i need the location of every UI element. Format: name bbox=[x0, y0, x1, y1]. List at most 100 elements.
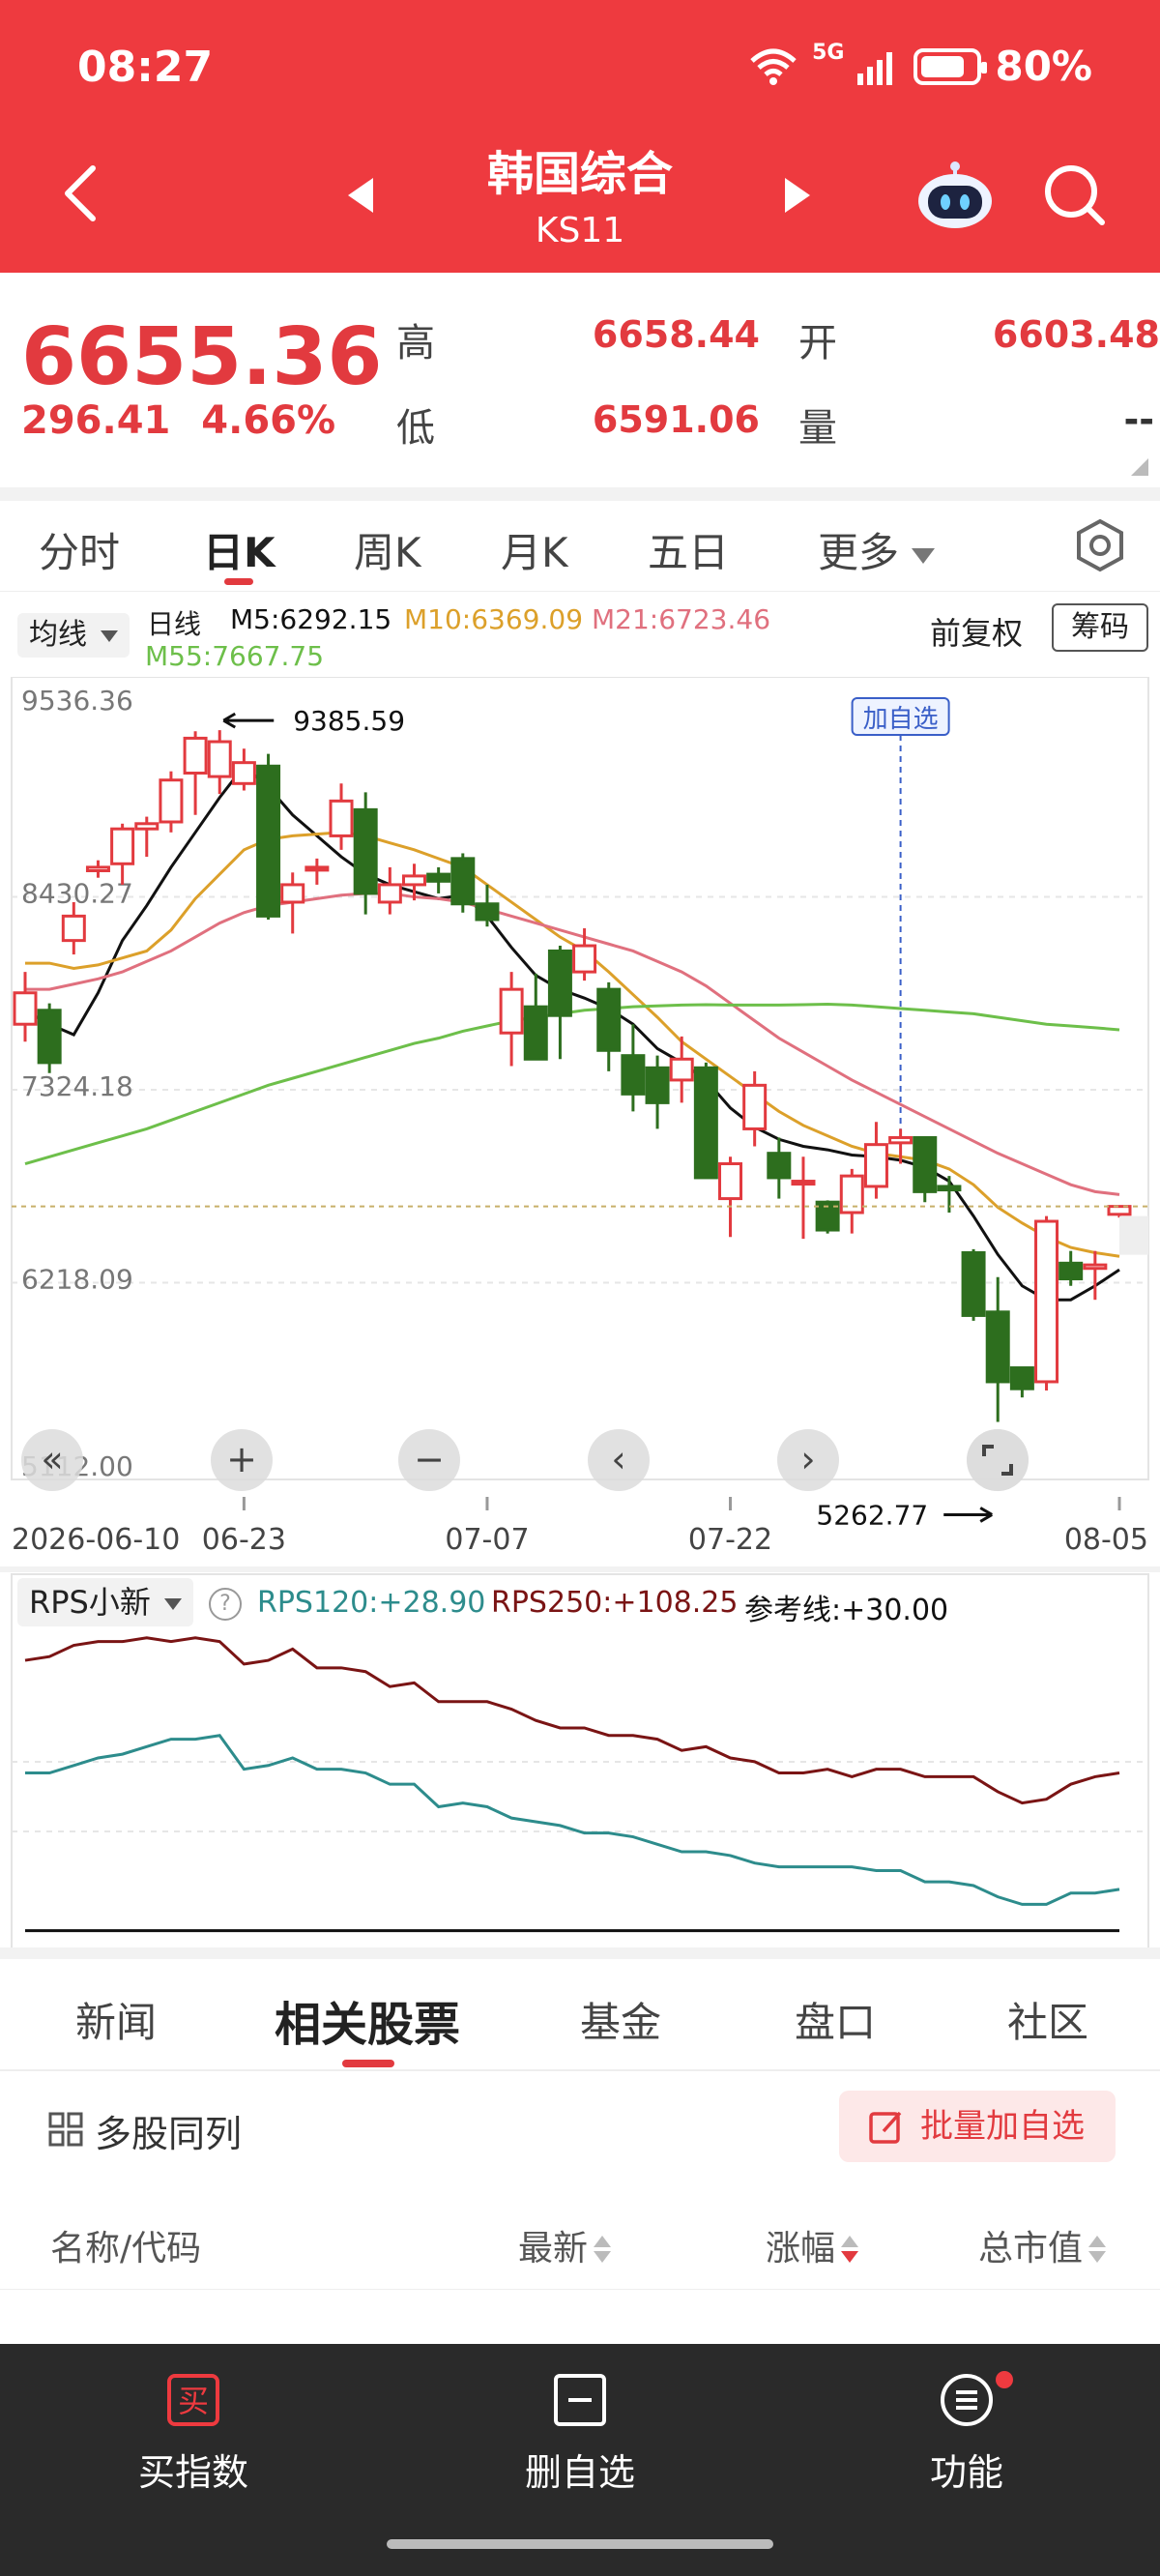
indicator-selector-label: RPS小新 bbox=[29, 1584, 151, 1621]
rps120-value: RPS120:+28.90 bbox=[257, 1586, 486, 1620]
battery-percent: 80% bbox=[995, 43, 1092, 90]
tab-related-stocks[interactable]: 相关股票 bbox=[275, 1986, 460, 2054]
price-change: 296.41 4.66% bbox=[21, 398, 335, 443]
status-icons: 5G 80% bbox=[748, 43, 1092, 90]
candle-up bbox=[1034, 1219, 1059, 1384]
candle-up bbox=[85, 865, 110, 872]
chip-distribution-button[interactable]: 筹码 bbox=[1052, 603, 1148, 652]
column-change[interactable]: 涨幅 bbox=[766, 2220, 859, 2270]
candle-up bbox=[377, 883, 402, 904]
kline-chart[interactable]: 9536.368430.277324.186218.095112.009385.… bbox=[0, 676, 1160, 1566]
scroll-left-button[interactable]: ‹ bbox=[588, 1429, 650, 1491]
candle-down bbox=[767, 1152, 792, 1180]
menu-circle-icon bbox=[941, 2374, 993, 2426]
tab-monthly-k[interactable]: 月K bbox=[501, 520, 568, 579]
low-value: 6591.06 bbox=[592, 398, 760, 441]
batch-add-watchlist-button[interactable]: 批量加自选 bbox=[839, 2091, 1116, 2162]
column-name: 名称/代码 bbox=[50, 2229, 202, 2269]
top-bar: 08:27 5G 80% 韩国综合 KS11 bbox=[0, 0, 1160, 273]
scroll-right-button[interactable]: › bbox=[777, 1429, 839, 1491]
robot-assistant-icon[interactable] bbox=[914, 159, 996, 230]
ma21-value: M21:6723.46 bbox=[592, 603, 771, 635]
function-label: 功能 bbox=[929, 2451, 1003, 2494]
scroll-start-button[interactable]: « bbox=[21, 1429, 83, 1491]
tab-intraday[interactable]: 分时 bbox=[39, 520, 120, 579]
candle-down bbox=[645, 1066, 670, 1104]
candle-up bbox=[13, 991, 38, 1026]
battery-icon bbox=[914, 47, 988, 85]
candle-down bbox=[450, 857, 476, 906]
rps-line-rps120 bbox=[25, 1734, 1120, 1906]
column-change-label: 涨幅 bbox=[766, 2229, 836, 2269]
batch-add-label: 批量加自选 bbox=[920, 2107, 1085, 2146]
ma-selector-label: 均线 bbox=[29, 618, 87, 652]
ma-line-m55 bbox=[24, 1002, 1120, 1165]
ma-selector[interactable]: 均线 bbox=[17, 613, 130, 658]
change-value: 296.41 bbox=[21, 398, 171, 443]
grid-icon[interactable] bbox=[48, 2112, 83, 2147]
buy-index-label: 买指数 bbox=[137, 2451, 248, 2494]
sort-icon bbox=[594, 2236, 612, 2265]
tab-more[interactable]: 更多 bbox=[818, 520, 936, 579]
tab-indicator bbox=[224, 578, 253, 585]
buy-icon: 买 bbox=[167, 2374, 219, 2426]
tab-five-day[interactable]: 五日 bbox=[648, 520, 729, 579]
sort-icon bbox=[1088, 2236, 1107, 2265]
candle-up bbox=[159, 778, 184, 824]
multi-stock-label[interactable]: 多股同列 bbox=[95, 2104, 242, 2157]
candle-down bbox=[256, 764, 281, 918]
candle-down bbox=[523, 1005, 548, 1061]
open-label: 开 bbox=[798, 321, 837, 366]
remove-watchlist-button[interactable]: 删自选 bbox=[464, 2373, 696, 2496]
last-price: 6655.36 bbox=[21, 311, 383, 403]
candle-up bbox=[791, 1180, 816, 1186]
candle-up bbox=[183, 736, 208, 775]
rps250-value: RPS250:+108.25 bbox=[491, 1586, 739, 1620]
indicator-selector[interactable]: RPS小新 bbox=[17, 1578, 194, 1626]
rps-frame bbox=[11, 1573, 1149, 1954]
tab-news[interactable]: 新闻 bbox=[75, 1990, 157, 2049]
adjust-mode[interactable]: 前复权 bbox=[930, 609, 1023, 654]
candle-up bbox=[1083, 1263, 1108, 1271]
rps-indicator: RPS小新 ? RPS120:+28.90 RPS250:+108.25 参考线… bbox=[0, 1572, 1160, 1959]
tab-order-book[interactable]: 盘口 bbox=[795, 1990, 876, 2049]
column-market-cap[interactable]: 总市值 bbox=[978, 2220, 1107, 2270]
chevron-down-icon bbox=[912, 547, 936, 564]
column-latest[interactable]: 最新 bbox=[518, 2220, 612, 2270]
function-button[interactable]: 功能 bbox=[851, 2373, 1083, 2496]
tab-community[interactable]: 社区 bbox=[1007, 1990, 1088, 2049]
open-value: 6603.48 bbox=[992, 313, 1160, 356]
price-tag bbox=[1119, 1215, 1148, 1255]
settings-icon[interactable] bbox=[1073, 518, 1127, 572]
help-icon[interactable]: ? bbox=[209, 1588, 242, 1621]
x-tick-label: 07-22 bbox=[688, 1523, 772, 1557]
low-arrow bbox=[943, 1507, 993, 1523]
wifi-icon bbox=[750, 48, 797, 85]
ma-line-m5 bbox=[24, 764, 1120, 1302]
candle-up bbox=[572, 944, 597, 974]
high-annotation: 9385.59 bbox=[293, 705, 405, 737]
high-arrow bbox=[222, 712, 275, 729]
add-watch-label: 加自选 bbox=[863, 705, 939, 734]
candle-down bbox=[961, 1250, 986, 1317]
chevron-down-icon bbox=[164, 1598, 183, 1610]
ma5-value: M5:6292.15 bbox=[230, 603, 392, 635]
tab-indicator bbox=[342, 2060, 394, 2067]
candle-down bbox=[693, 1066, 718, 1180]
low-label: 低 bbox=[396, 406, 435, 451]
tab-daily-k[interactable]: 日K bbox=[203, 520, 276, 579]
home-indicator[interactable] bbox=[387, 2539, 773, 2549]
tab-weekly-k[interactable]: 周K bbox=[354, 520, 421, 579]
search-icon[interactable] bbox=[1040, 161, 1108, 228]
fullscreen-icon[interactable] bbox=[967, 1429, 1029, 1491]
kline-period-tabs: 分时 日K 周K 月K 五日 更多 bbox=[0, 499, 1160, 592]
next-index-icon[interactable] bbox=[785, 178, 810, 213]
expand-corner-icon[interactable] bbox=[1131, 458, 1148, 476]
buy-index-button[interactable]: 买 买指数 bbox=[77, 2373, 309, 2496]
x-tick-label: 06-23 bbox=[202, 1523, 286, 1557]
zoom-in-button[interactable]: + bbox=[211, 1429, 273, 1491]
zoom-out-button[interactable]: − bbox=[398, 1429, 460, 1491]
change-percent: 4.66% bbox=[201, 398, 336, 443]
sort-desc-icon bbox=[841, 2236, 859, 2265]
tab-funds[interactable]: 基金 bbox=[580, 1990, 661, 2049]
